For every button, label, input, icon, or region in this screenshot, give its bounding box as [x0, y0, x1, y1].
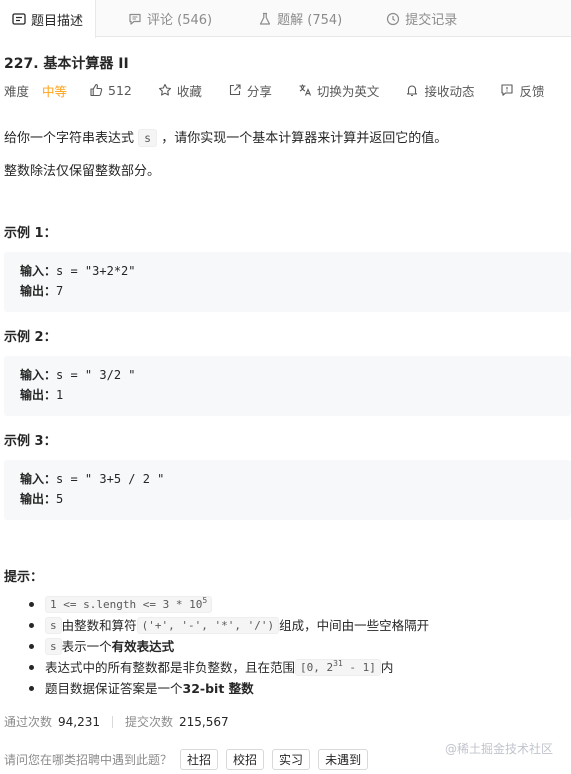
bell-icon — [407, 85, 418, 97]
like-button[interactable]: 512 — [89, 83, 132, 98]
hint-4-code-b: - 1] — [342, 661, 376, 674]
star-icon — [158, 83, 171, 96]
favorite-label: 收藏 — [176, 83, 202, 99]
example-1-input: s = "3+2*2" — [56, 264, 136, 278]
thumbs-up-icon — [90, 83, 103, 97]
example-2-title: 示例 2： — [4, 330, 57, 345]
example-1-title: 示例 1： — [4, 226, 57, 241]
flask-icon — [258, 12, 272, 26]
like-count: 512 — [108, 82, 132, 98]
pass-count: 通过次数 94,231 — [4, 713, 100, 730]
hints-title: 提示： — [4, 570, 44, 585]
feedback-icon — [501, 84, 514, 96]
problem-title: 227. 基本计算器 II — [4, 56, 129, 72]
chip-social-recruit[interactable]: 社招 — [180, 749, 219, 770]
difficulty-label: 难度 — [4, 83, 30, 99]
example-2-output-label: 输出： — [20, 388, 57, 402]
share-icon — [229, 84, 241, 96]
example-1-input-label: 输入： — [20, 264, 57, 278]
hint-1-code-text: 1 <= s.length <= 3 * 10 — [50, 598, 203, 611]
hint-4-sup: 31 — [333, 659, 343, 668]
pass-value: 94,231 — [58, 715, 101, 729]
hint-2-ops: ('+', '-', '*', '/') — [136, 617, 280, 634]
hint-item-3: s 表示一个 有效表达式 — [25, 636, 565, 657]
notify-label: 接收动态 — [424, 83, 475, 99]
translate-button[interactable]: 切换为英文 — [298, 81, 380, 100]
watermark: @稀土掘金技术社区 — [444, 742, 553, 756]
example-3-output: 5 — [56, 492, 64, 506]
hint-4-code: [0, 231 - 1] — [295, 659, 381, 676]
submission-stats: 通过次数 94,231 提交次数 215,567 — [4, 713, 229, 730]
recruit-question: 请问您在哪类招聘中遇到此题？ — [4, 753, 173, 767]
hint-item-5: 题目数据保证答案是一个 32-bit 整数 — [25, 678, 565, 699]
submit-value: 215,567 — [179, 715, 229, 729]
tab-description[interactable]: 题目描述 — [0, 0, 97, 38]
problem-description-2: 整数除法仅保留整数部分。 — [4, 164, 161, 179]
example-3-title: 示例 3： — [4, 434, 57, 449]
submit-label: 提交次数 — [125, 715, 174, 729]
notify-button[interactable]: 接收动态 — [405, 81, 474, 100]
tab-solutions-label: 题解 (754) — [277, 13, 343, 28]
example-1-output: 7 — [56, 284, 64, 298]
favorite-button[interactable]: 收藏 — [158, 81, 202, 100]
submit-count: 提交次数 215,567 — [125, 713, 229, 730]
difficulty: 难度 中等 — [4, 81, 67, 100]
problem-description: 给你一个字符串表达式 s ，请你实现一个基本计算器来计算并返回它的值。 — [4, 127, 448, 147]
hint-4-end: 内 — [380, 660, 394, 675]
example-3-input: s = " 3+5 / 2 " — [56, 472, 165, 486]
feedback-label: 反馈 — [519, 83, 545, 99]
hint-2-text-mid: 由整数和算符 — [61, 618, 137, 633]
tab-description-label: 题目描述 — [31, 13, 84, 29]
tab-submissions-label: 提交记录 — [405, 13, 458, 28]
example-2-block: 输入：s = " 3/2 " 输出：1 — [4, 356, 571, 416]
share-label: 分享 — [246, 83, 272, 99]
description-icon — [12, 12, 26, 26]
chip-not-encountered[interactable]: 未遇到 — [318, 749, 369, 770]
description-code-s: s — [138, 129, 158, 147]
clock-icon — [386, 12, 400, 26]
tab-solutions[interactable]: 题解 (754) — [246, 0, 354, 37]
example-1-output-label: 输出： — [20, 284, 57, 298]
hint-3-code: s — [45, 638, 62, 655]
description-text-1: 给你一个字符串表达式 — [4, 131, 139, 146]
example-1-block: 输入：s = "3+2*2" 输出：7 — [4, 252, 571, 312]
comment-icon — [128, 12, 142, 26]
hint-1-sup: 5 — [202, 596, 208, 605]
hint-3-text-mid: 表示一个 — [61, 639, 112, 654]
hints-list: 1 <= s.length <= 3 * 105 s 由整数和算符 ('+', … — [25, 594, 565, 699]
hint-3-bold: 有效表达式 — [111, 639, 175, 654]
hint-4-code-a: [0, 2 — [300, 661, 334, 674]
hint-1-code: 1 <= s.length <= 3 * 105 — [45, 596, 213, 613]
tab-comments-label: 评论 (546) — [147, 13, 213, 28]
description-text-2: ，请你实现一个基本计算器来计算并返回它的值。 — [157, 131, 448, 146]
difficulty-value: 中等 — [42, 83, 68, 99]
recruit-question-row: 请问您在哪类招聘中遇到此题？ 社招 校招 实习 未遇到 — [4, 749, 369, 770]
hint-4-text: 表达式中的所有整数都是非负整数，且在范围 — [45, 660, 296, 675]
tab-submissions[interactable]: 提交记录 — [374, 0, 469, 37]
example-3-output-label: 输出： — [20, 492, 57, 506]
hint-item-4: 表达式中的所有整数都是非负整数，且在范围 [0, 231 - 1] 内 — [25, 657, 565, 678]
translate-icon — [299, 84, 311, 96]
tab-comments[interactable]: 评论 (546) — [116, 0, 224, 37]
example-3-input-label: 输入： — [20, 472, 57, 486]
feedback-button[interactable]: 反馈 — [500, 81, 544, 100]
example-2-input-label: 输入： — [20, 368, 57, 382]
hint-item-2: s 由整数和算符 ('+', '-', '*', '/') 组成，中间由一些空格… — [25, 615, 565, 636]
share-button[interactable]: 分享 — [228, 81, 272, 100]
stats-divider — [112, 715, 114, 728]
pass-label: 通过次数 — [4, 715, 53, 729]
tab-bar: 题目描述 评论 (546) 题解 (754) 提交记录 — [0, 0, 571, 38]
example-2-input: s = " 3/2 " — [56, 368, 136, 382]
hint-item-1: 1 <= s.length <= 3 * 105 — [25, 594, 565, 615]
hint-2-text-end: 组成，中间由一些空格隔开 — [279, 618, 430, 633]
hint-5-text: 题目数据保证答案是一个 — [45, 681, 183, 696]
translate-label: 切换为英文 — [316, 83, 380, 99]
problem-meta-row: 难度 中等 512 收藏 分享 切换为英文 接收动态 反馈 — [4, 80, 569, 100]
hint-5-bold: 32-bit 整数 — [182, 681, 254, 696]
example-3-block: 输入：s = " 3+5 / 2 " 输出：5 — [4, 460, 571, 520]
example-2-output: 1 — [56, 388, 64, 402]
chip-campus-recruit[interactable]: 校招 — [226, 749, 265, 770]
hint-2-code: s — [45, 617, 62, 634]
chip-internship[interactable]: 实习 — [272, 749, 311, 770]
